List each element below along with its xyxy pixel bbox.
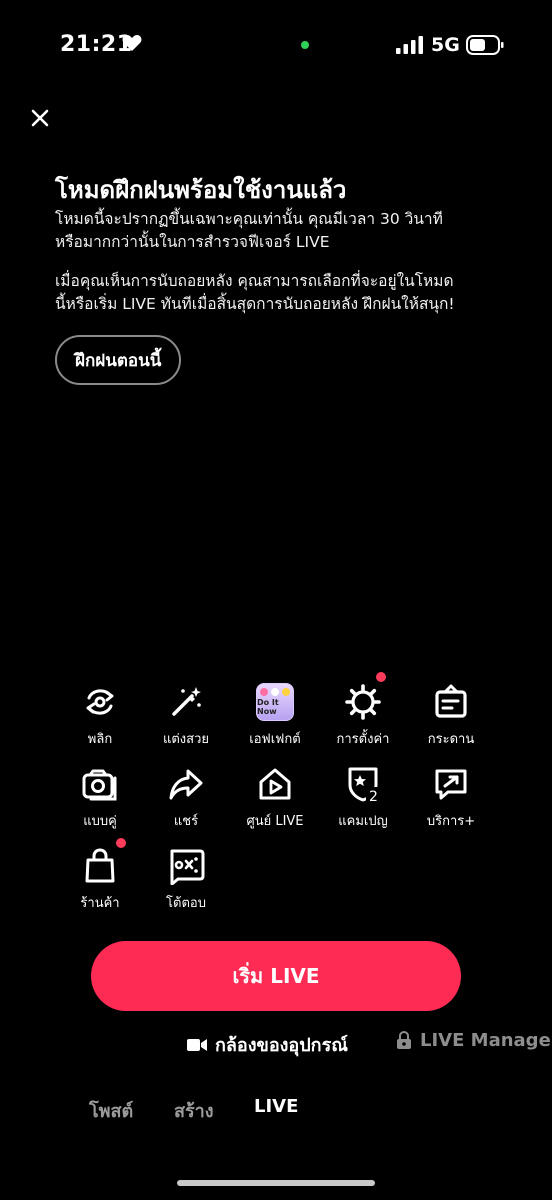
dual-camera-icon bbox=[82, 769, 117, 801]
tool-shop[interactable]: ร้านค้า bbox=[55, 838, 145, 913]
tool-label: การตั้งค่า bbox=[336, 732, 390, 747]
live-manager-option[interactable]: LIVE Manager bbox=[396, 1030, 552, 1051]
device-camera-option[interactable]: กล้องของอุปกรณ์ bbox=[187, 1030, 348, 1059]
tab-live[interactable]: LIVE bbox=[254, 1096, 298, 1117]
tool-campaign[interactable]: 2 แคมเปญ bbox=[318, 764, 408, 831]
live-manager-label: LIVE Manager bbox=[420, 1030, 552, 1051]
practice-mode-description-1: โหมดนี้จะปรากฏขึ้นเฉพาะคุณเท่านั้น คุณมี… bbox=[55, 208, 525, 254]
practice-now-button[interactable]: ฝึกฝนตอนนี้ bbox=[55, 335, 182, 385]
heart-icon bbox=[122, 35, 142, 51]
description-2-line-1: เมื่อคุณเห็นการนับถอยหลัง คุณสามารถเลือก… bbox=[55, 272, 454, 290]
flip-camera-icon bbox=[86, 689, 114, 715]
description-2-line-2: นี้หรือเริ่ม LIVE ทันทีเมื่อสิ้นสุดการนั… bbox=[55, 295, 455, 313]
tool-flip[interactable]: พลิก bbox=[55, 682, 145, 749]
tool-interact[interactable]: โต้ตอบ bbox=[141, 846, 231, 913]
magic-wand-icon bbox=[172, 687, 201, 716]
shopping-bag-icon bbox=[85, 848, 115, 883]
campaign-badge-icon: 2 bbox=[348, 767, 380, 803]
tab-create[interactable]: สร้าง bbox=[174, 1096, 214, 1125]
description-1-line-1: โหมดนี้จะปรากฏขึ้นเฉพาะคุณเท่านั้น คุณมี… bbox=[55, 210, 443, 228]
tool-label: ศูนย์ LIVE bbox=[246, 814, 304, 829]
tool-beauty[interactable]: แต่งสวย bbox=[141, 682, 231, 749]
battery-icon bbox=[466, 35, 504, 55]
tool-dual[interactable]: แบบคู่ bbox=[55, 764, 145, 831]
home-indicator bbox=[177, 1180, 375, 1186]
practice-mode-description-2: เมื่อคุณเห็นการนับถอยหลัง คุณสามารถเลือก… bbox=[55, 270, 525, 316]
tool-settings[interactable]: การตั้งค่า bbox=[318, 672, 408, 749]
network-type: 5G bbox=[431, 34, 460, 56]
tool-label: แชร์ bbox=[173, 814, 199, 829]
tool-services[interactable]: บริการ+ bbox=[406, 764, 496, 831]
tool-label: แคมเปญ bbox=[338, 814, 388, 829]
live-center-icon bbox=[259, 768, 291, 800]
share-arrow-icon bbox=[169, 769, 203, 800]
tool-label: แต่งสวย bbox=[162, 732, 210, 747]
device-camera-label: กล้องของอุปกรณ์ bbox=[215, 1035, 348, 1056]
description-1-line-2: หรือมากกว่านั้นในการสำรวจฟีเจอร์ LIVE bbox=[55, 233, 330, 251]
settings-gear-icon bbox=[345, 684, 381, 720]
signal-icon bbox=[396, 36, 423, 54]
tool-share[interactable]: แชร์ bbox=[141, 764, 231, 831]
notification-dot bbox=[116, 838, 126, 848]
tool-label: ร้านค้า bbox=[80, 896, 120, 911]
tool-live-center[interactable]: ศูนย์ LIVE bbox=[230, 764, 320, 831]
camera-indicator-dot bbox=[301, 41, 309, 49]
effect-thumbnail-icon: Do It Now bbox=[256, 683, 294, 721]
lock-icon bbox=[397, 1031, 411, 1049]
tool-label: แบบคู่ bbox=[83, 814, 117, 829]
tool-label: โต้ตอบ bbox=[166, 896, 206, 911]
tool-label: เอฟเฟกต์ bbox=[249, 732, 301, 747]
notification-dot bbox=[376, 672, 386, 682]
services-icon bbox=[435, 769, 467, 800]
tool-board[interactable]: กระดาน bbox=[406, 682, 496, 749]
board-icon bbox=[435, 684, 467, 718]
svg-text:2: 2 bbox=[369, 789, 378, 803]
tab-post[interactable]: โพสต์ bbox=[89, 1096, 133, 1125]
close-icon[interactable] bbox=[28, 106, 52, 130]
practice-mode-title: โหมดฝึกฝนพร้อมใช้งานแล้ว bbox=[55, 176, 347, 204]
video-camera-icon bbox=[187, 1038, 207, 1051]
effect-thumb-text: Do It Now bbox=[257, 698, 279, 716]
interact-game-icon bbox=[170, 849, 205, 885]
tool-label: พลิก bbox=[87, 732, 113, 747]
tool-label: กระดาน bbox=[427, 732, 475, 747]
tool-effects[interactable]: Do It Now เอฟเฟกต์ bbox=[230, 682, 320, 749]
start-live-button[interactable]: เริ่ม LIVE bbox=[91, 941, 461, 1011]
tool-label: บริการ+ bbox=[426, 814, 476, 829]
